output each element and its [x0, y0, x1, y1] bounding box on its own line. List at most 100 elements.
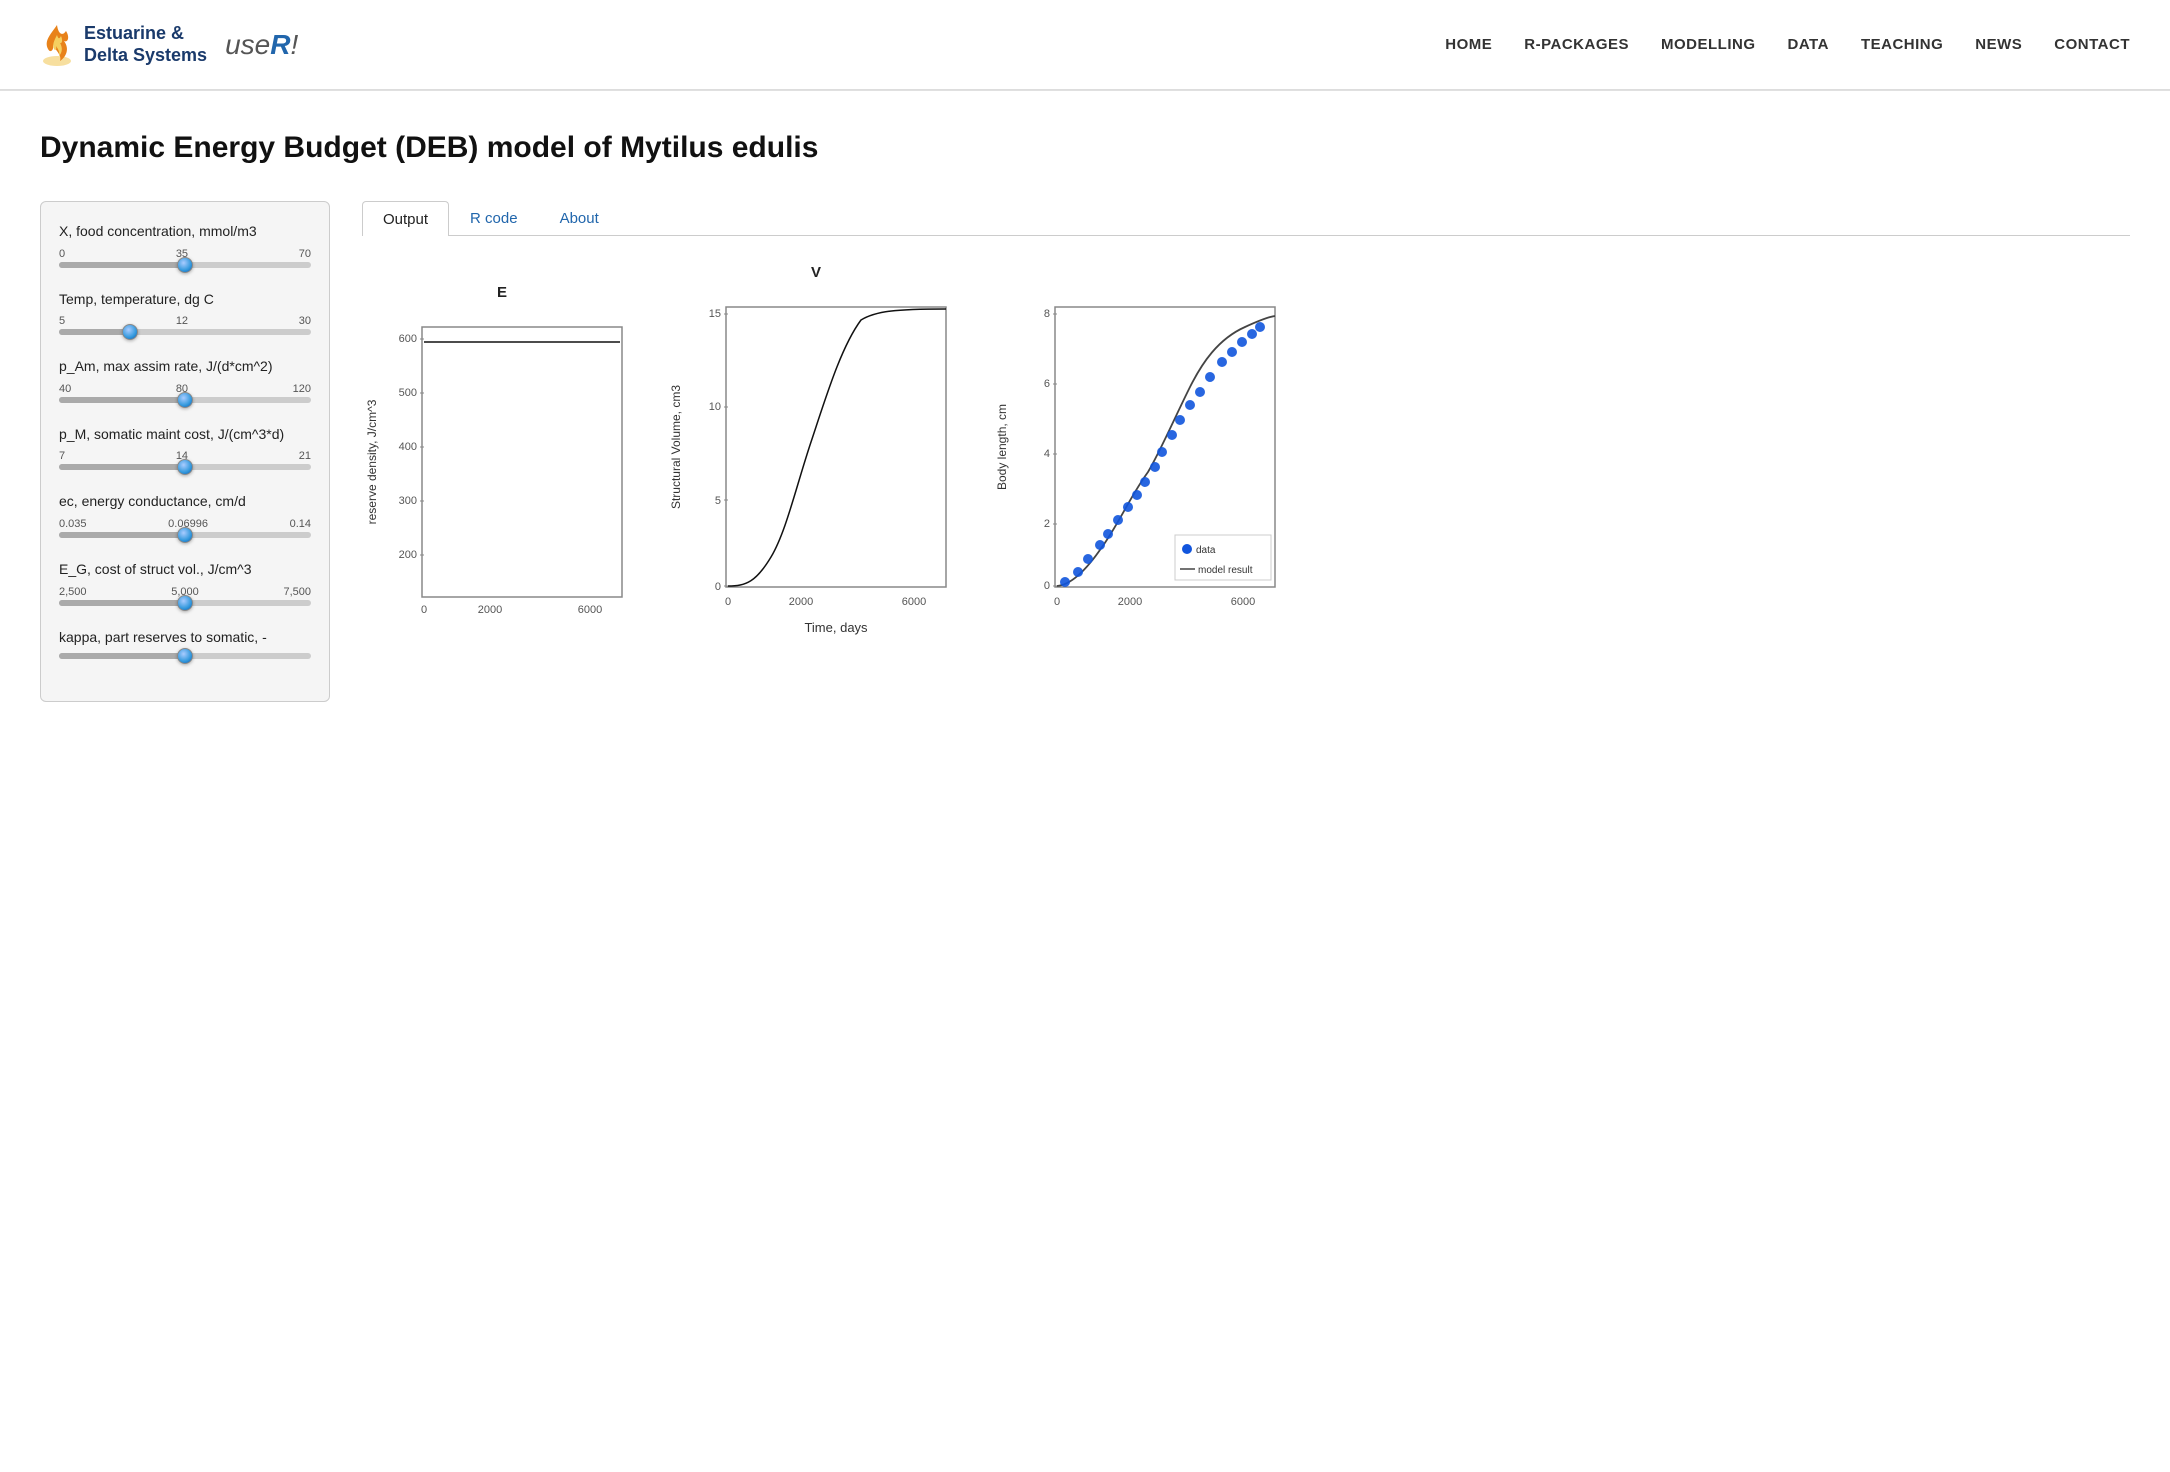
param-e-g-track [59, 600, 311, 606]
param-food-conc-label: X, food concentration, mmol/m3 [59, 222, 311, 242]
svg-text:500: 500 [399, 387, 417, 399]
svg-text:2000: 2000 [1118, 596, 1142, 608]
logo-line2: Delta Systems [84, 45, 207, 67]
svg-text:200: 200 [399, 549, 417, 561]
svg-text:0: 0 [1044, 580, 1050, 592]
svg-text:0: 0 [725, 596, 731, 608]
svg-text:6000: 6000 [578, 604, 602, 616]
param-e-g-fill [59, 600, 185, 606]
svg-text:2000: 2000 [478, 604, 502, 616]
param-p-m-min: 7 [59, 450, 65, 462]
param-kappa-label: kappa, part reserves to somatic, - [59, 628, 311, 648]
param-food-conc-fill [59, 262, 185, 268]
svg-text:10: 10 [709, 401, 721, 413]
logo-text: Estuarine & Delta Systems [84, 23, 207, 66]
nav-home[interactable]: HOME [1445, 36, 1492, 53]
param-kappa-fill [59, 653, 185, 659]
param-p-am-max: 120 [293, 383, 311, 395]
param-p-am-min: 40 [59, 383, 71, 395]
param-ec-track [59, 532, 311, 538]
tab-r-code[interactable]: R code [449, 201, 539, 235]
svg-text:4: 4 [1044, 448, 1050, 460]
tabs: Output R code About [362, 201, 2130, 236]
param-kappa: kappa, part reserves to somatic, - [59, 628, 311, 660]
param-ec: ec, energy conductance, cm/d 0.035 0.069… [59, 492, 311, 538]
svg-text:model result: model result [1198, 565, 1253, 576]
chart-v-title: V [811, 264, 821, 281]
param-p-am-thumb[interactable] [177, 392, 193, 408]
user-r-logo: useR! [225, 29, 298, 61]
param-food-conc-min: 0 [59, 248, 65, 260]
nav-r-packages[interactable]: R-PACKAGES [1524, 36, 1629, 53]
param-ec-fill [59, 532, 185, 538]
svg-text:Time, days: Time, days [804, 620, 868, 635]
nioz-flame-icon [40, 23, 74, 67]
param-food-conc-max: 70 [299, 248, 311, 260]
param-ec-min: 0.035 [59, 518, 87, 530]
param-p-am-track [59, 397, 311, 403]
svg-text:0: 0 [421, 604, 427, 616]
chart-e-svg: reserve density, J/cm^3 600 500 400 300 … [362, 307, 642, 647]
svg-text:6: 6 [1044, 378, 1050, 390]
svg-text:400: 400 [399, 441, 417, 453]
param-kappa-track [59, 653, 311, 659]
svg-text:0: 0 [715, 581, 721, 593]
svg-text:data: data [1196, 545, 1216, 556]
sidebar: X, food concentration, mmol/m3 0 35 70 T… [40, 201, 330, 702]
svg-text:600: 600 [399, 333, 417, 345]
nav-teaching[interactable]: TEACHING [1861, 36, 1943, 53]
nav-contact[interactable]: CONTACT [2054, 36, 2130, 53]
param-temperature-thumb[interactable] [122, 324, 138, 340]
param-p-am-fill [59, 397, 185, 403]
page-title: Dynamic Energy Budget (DEB) model of Myt… [40, 131, 2130, 165]
param-e-g-label: E_G, cost of struct vol., J/cm^3 [59, 560, 311, 580]
param-temperature-track [59, 329, 311, 335]
chart-l-svg: Body length, cm 8 6 4 2 0 [990, 287, 1300, 647]
nav-data[interactable]: DATA [1788, 36, 1829, 53]
svg-text:2000: 2000 [789, 596, 813, 608]
param-food-conc-thumb[interactable] [177, 257, 193, 273]
svg-text:8: 8 [1044, 308, 1050, 320]
svg-text:6000: 6000 [1231, 596, 1255, 608]
param-temperature-fill [59, 329, 130, 335]
svg-text:Body length, cm: Body length, cm [995, 404, 1009, 490]
param-temperature-max: 30 [299, 315, 311, 327]
svg-text:0: 0 [1054, 596, 1060, 608]
param-temperature: Temp, temperature, dg C 5 12 30 [59, 290, 311, 336]
param-e-g: E_G, cost of struct vol., J/cm^3 2,500 5… [59, 560, 311, 606]
nav-links: HOME R-PACKAGES MODELLING DATA TEACHING … [1445, 36, 2130, 53]
svg-text:6000: 6000 [902, 596, 926, 608]
tab-about[interactable]: About [539, 201, 620, 235]
param-p-m-fill [59, 464, 185, 470]
svg-text:2: 2 [1044, 518, 1050, 530]
param-ec-max: 0.14 [290, 518, 311, 530]
param-p-m: p_M, somatic maint cost, J/(cm^3*d) 7 14… [59, 425, 311, 471]
param-p-am: p_Am, max assim rate, J/(d*cm^2) 40 80 1… [59, 357, 311, 403]
layout: X, food concentration, mmol/m3 0 35 70 T… [40, 201, 2130, 702]
logo-area: Estuarine & Delta Systems useR! [40, 23, 298, 67]
param-p-m-track [59, 464, 311, 470]
nav-modelling[interactable]: MODELLING [1661, 36, 1756, 53]
svg-text:300: 300 [399, 495, 417, 507]
param-ec-label: ec, energy conductance, cm/d [59, 492, 311, 512]
param-p-m-max: 21 [299, 450, 311, 462]
main-content: Dynamic Energy Budget (DEB) model of Myt… [0, 91, 2170, 762]
param-e-g-thumb[interactable] [177, 595, 193, 611]
chart-v-container: V Structural Volume, cm3 15 10 5 0 [666, 264, 966, 647]
param-temperature-min: 5 [59, 315, 65, 327]
svg-text:5: 5 [715, 495, 721, 507]
param-ec-thumb[interactable] [177, 527, 193, 543]
svg-text:Structural Volume, cm3: Structural Volume, cm3 [669, 385, 683, 509]
tab-output[interactable]: Output [362, 201, 449, 236]
param-p-m-thumb[interactable] [177, 459, 193, 475]
param-temperature-label: Temp, temperature, dg C [59, 290, 311, 310]
param-p-am-label: p_Am, max assim rate, J/(d*cm^2) [59, 357, 311, 377]
param-temperature-range-labels: 5 12 30 [59, 315, 311, 327]
param-p-m-label: p_M, somatic maint cost, J/(cm^3*d) [59, 425, 311, 445]
param-food-conc: X, food concentration, mmol/m3 0 35 70 [59, 222, 311, 268]
svg-text:reserve density, J/cm^3: reserve density, J/cm^3 [365, 399, 379, 524]
chart-e-container: E reserve density, J/cm^3 600 500 400 30… [362, 284, 642, 647]
nav-news[interactable]: NEWS [1975, 36, 2022, 53]
param-e-g-min: 2,500 [59, 586, 87, 598]
param-kappa-thumb[interactable] [177, 648, 193, 664]
